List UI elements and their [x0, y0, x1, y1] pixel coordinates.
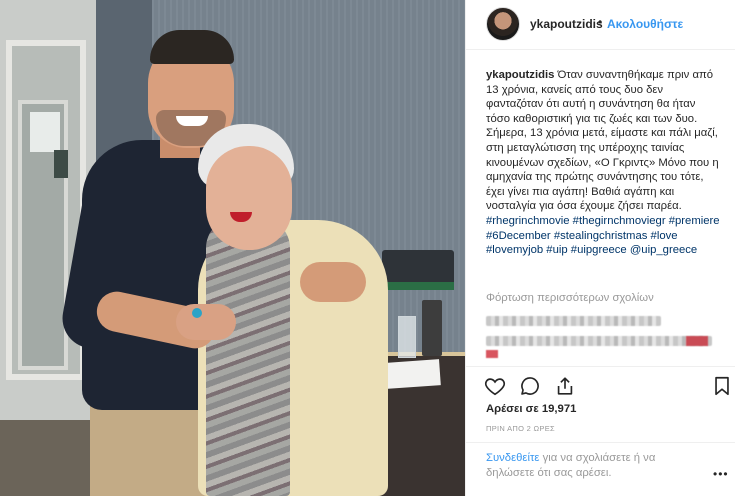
hashtag-link[interactable]: #uipgreece: [571, 244, 627, 256]
photo-glass: [398, 316, 416, 358]
hashtag-link[interactable]: #rhegrinchmovie: [486, 215, 570, 227]
photo-man-hand: [300, 262, 366, 302]
comment-icon[interactable]: [519, 375, 541, 397]
caption-hashtags: #rhegrinchmovie #thegirnchmoviegr #premi…: [486, 215, 720, 256]
caption-username[interactable]: ykapoutzidis: [486, 69, 554, 81]
blurred-emoji: [686, 336, 708, 346]
photo-man-smile: [176, 116, 208, 126]
login-link[interactable]: Συνδεθείτε: [486, 452, 539, 464]
action-bar: [466, 366, 735, 398]
photo-woman-scarf: [206, 218, 290, 496]
share-icon[interactable]: [554, 375, 576, 397]
post-sidebar: ykapoutzidis • Ακολουθήστε ykapoutzidis …: [465, 0, 735, 496]
hashtag-link[interactable]: #thegirnchmoviegr: [573, 215, 666, 227]
hashtag-link[interactable]: #6December: [486, 230, 551, 242]
follow-button[interactable]: Ακολουθήστε: [607, 17, 683, 31]
header-separator: •: [598, 15, 603, 29]
post-timestamp[interactable]: ΠΡΙΝ ΑΠΟ 2 ΩΡΕΣ: [486, 424, 555, 433]
login-prompt: Συνδεθείτε για να σχολιάσετε ή να δηλώσε…: [486, 451, 686, 480]
likes-count[interactable]: Αρέσει σε 19,971: [486, 403, 576, 415]
blurred-comment: [486, 336, 712, 346]
login-footer: Συνδεθείτε για να σχολιάσετε ή να δηλώσε…: [466, 442, 735, 496]
hashtag-link[interactable]: #lovemyjob: [486, 244, 543, 256]
post-header: ykapoutzidis • Ακολουθήστε: [466, 0, 735, 50]
more-options-button[interactable]: •••: [713, 467, 729, 481]
hashtag-link[interactable]: #stealingchristmas: [554, 230, 648, 242]
heart-icon[interactable]: [484, 375, 506, 397]
caption-text: Όταν συναντηθήκαμε πριν από 13 χρόνια, κ…: [486, 69, 719, 213]
post-caption: ykapoutzidis Όταν συναντηθήκαμε πριν από…: [486, 68, 722, 258]
post-photo[interactable]: [0, 0, 465, 496]
hashtag-link[interactable]: @uip_greece: [630, 244, 697, 256]
photo-door-window: [30, 112, 60, 152]
blurred-emoji: [486, 350, 498, 358]
load-more-comments-link[interactable]: Φόρτωση περισσότερων σχολίων: [486, 292, 654, 304]
header-username[interactable]: ykapoutzidis: [530, 17, 603, 31]
photo-shelf: [382, 282, 454, 290]
hashtag-link[interactable]: #love: [651, 230, 678, 242]
hashtag-link[interactable]: #uip: [546, 244, 567, 256]
bookmark-icon[interactable]: [711, 375, 733, 397]
photo-phone: [422, 300, 442, 356]
blurred-comment: [486, 316, 661, 326]
profile-avatar[interactable]: [486, 7, 520, 41]
photo-door-sign: [54, 150, 68, 178]
photo-man-hair: [150, 30, 234, 64]
photo-ring: [192, 308, 202, 318]
photo-woman-face: [206, 146, 292, 250]
hashtag-link[interactable]: #premiere: [669, 215, 720, 227]
photo-hands: [176, 304, 236, 340]
